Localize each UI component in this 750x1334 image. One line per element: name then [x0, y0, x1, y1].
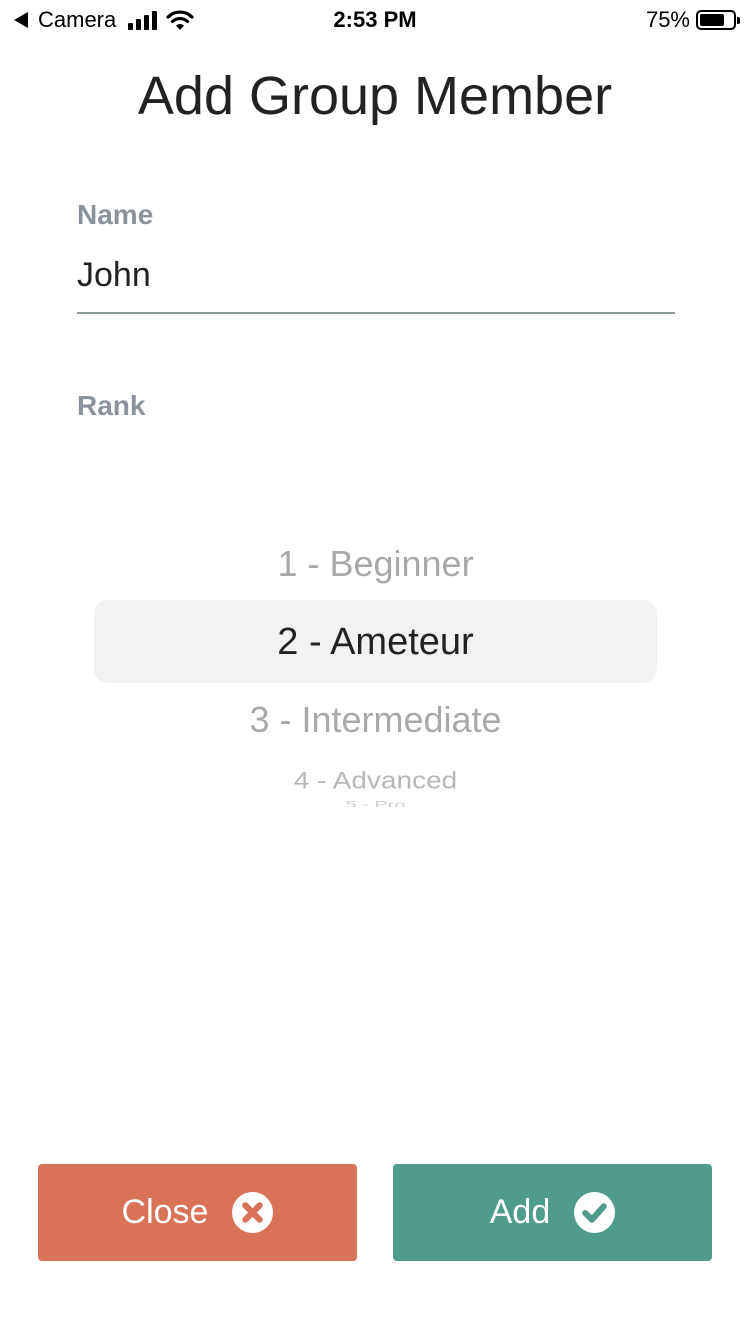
battery-icon	[696, 10, 740, 30]
close-button[interactable]: Close	[38, 1164, 357, 1261]
x-circle-icon	[232, 1192, 274, 1233]
rank-option-4[interactable]: 4 - Advanced	[94, 768, 657, 794]
status-bar: Camera 2:53 PM 75%	[0, 0, 750, 40]
page-title: Add Group Member	[137, 66, 613, 126]
check-circle-icon	[574, 1192, 616, 1233]
close-button-label: Close	[121, 1193, 209, 1231]
rank-option-5[interactable]: 5 - Pro	[94, 800, 657, 807]
battery-status: 75%	[645, 6, 740, 34]
name-input[interactable]	[77, 248, 675, 314]
add-button[interactable]: Add	[393, 1164, 712, 1261]
rank-option-3[interactable]: 3 - Intermediate	[94, 698, 657, 742]
rank-option-1[interactable]: 1 - Beginner	[94, 542, 657, 586]
name-label: Name	[77, 199, 154, 230]
rank-label: Rank	[77, 390, 146, 421]
add-button-label: Add	[489, 1193, 551, 1231]
battery-percent: 75%	[645, 7, 690, 32]
rank-option-selected[interactable]: 2 - Ameteur	[94, 619, 657, 665]
rank-picker[interactable]: 1 - Beginner 2 - Ameteur 3 - Intermediat…	[94, 530, 657, 820]
status-time: 2:53 PM	[333, 7, 417, 32]
